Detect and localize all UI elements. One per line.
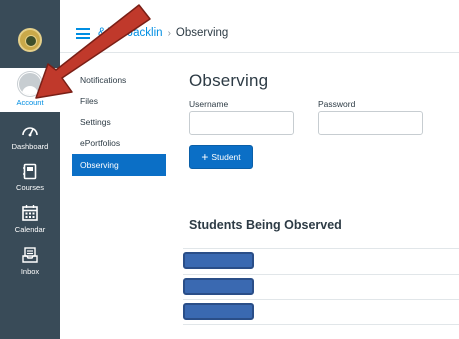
username-label: Username	[189, 99, 229, 109]
list-divider	[183, 248, 459, 249]
students-being-observed-heading: Students Being Observed	[189, 218, 342, 232]
calendar-icon	[19, 203, 41, 223]
breadcrumb-separator-icon: ›	[167, 27, 171, 39]
username-input[interactable]	[189, 111, 294, 135]
courses-book-icon	[19, 161, 41, 181]
header-divider	[60, 52, 459, 53]
password-input[interactable]	[318, 111, 423, 135]
nav-account-label: Account	[16, 98, 44, 107]
section-nav-observing[interactable]: Observing	[72, 154, 166, 176]
nav-calendar-label: Calendar	[14, 225, 46, 234]
observed-student-name-redacted[interactable]	[183, 252, 254, 269]
section-nav-files[interactable]: Files	[72, 91, 166, 112]
breadcrumb: &Jen Jacklin › Observing	[98, 27, 228, 39]
section-nav-eportfolios[interactable]: ePortfolios	[72, 133, 166, 154]
user-avatar-icon	[18, 72, 42, 96]
observed-student-name-redacted[interactable]	[183, 303, 254, 320]
password-label: Password	[318, 99, 356, 109]
nav-courses-label: Courses	[16, 183, 44, 192]
global-navigation: Account Dashboard Courses Calendar Inbox	[0, 0, 60, 339]
section-nav-settings[interactable]: Settings	[72, 112, 166, 133]
inbox-tray-icon	[19, 245, 41, 265]
breadcrumb-user-link[interactable]: &Jen Jacklin	[98, 27, 163, 39]
nav-account[interactable]: Account	[0, 68, 60, 112]
section-nav-notifications[interactable]: Notifications	[72, 70, 166, 91]
nav-calendar[interactable]: Calendar	[0, 203, 60, 245]
nav-inbox[interactable]: Inbox	[0, 245, 60, 287]
breadcrumb-current: Observing	[175, 27, 229, 39]
list-divider	[183, 274, 459, 275]
plus-icon: +	[201, 150, 209, 164]
nav-inbox-label: Inbox	[20, 267, 40, 276]
page-title: Observing	[189, 71, 269, 90]
seal-icon	[18, 28, 42, 52]
hamburger-menu-icon[interactable]	[76, 28, 90, 39]
add-student-button-label: Student	[211, 152, 241, 162]
nav-dashboard[interactable]: Dashboard	[0, 120, 60, 162]
list-divider	[183, 324, 459, 325]
institution-logo[interactable]	[0, 18, 60, 62]
nav-dashboard-label: Dashboard	[11, 142, 49, 151]
observed-student-name-redacted[interactable]	[183, 278, 254, 295]
add-student-button[interactable]: + Student	[189, 145, 253, 169]
account-section-nav: Notifications Files Settings ePortfolios…	[72, 70, 166, 176]
nav-courses[interactable]: Courses	[0, 161, 60, 203]
list-divider	[183, 299, 459, 300]
dashboard-gauge-icon	[19, 120, 41, 140]
